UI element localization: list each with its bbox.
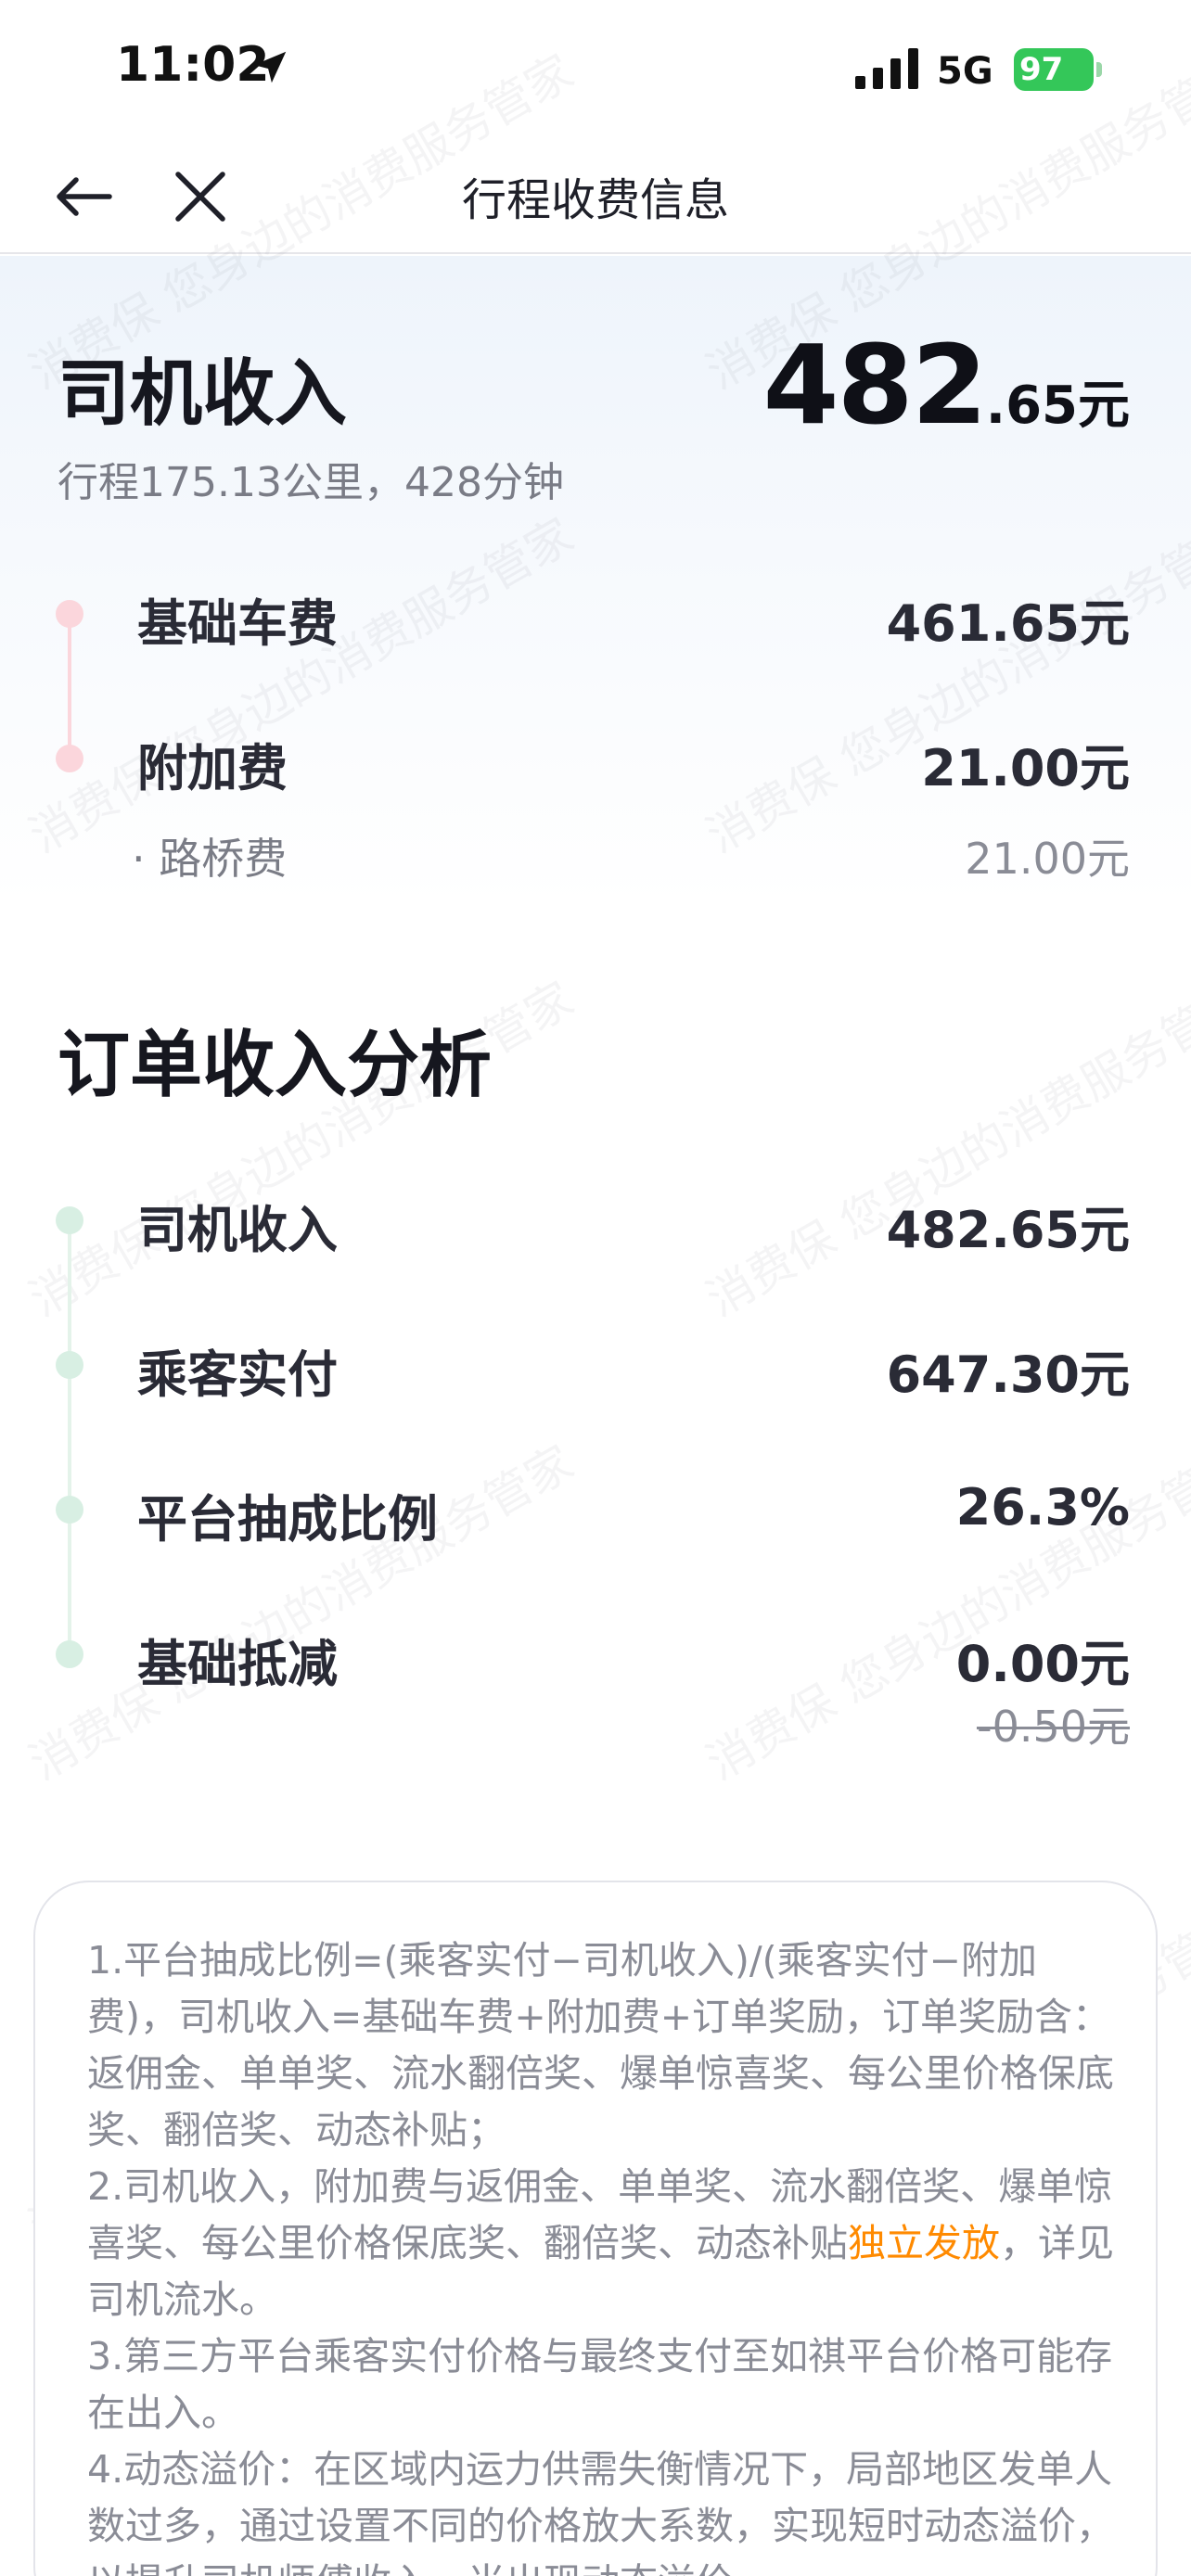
page-title: 行程收费信息 — [461, 174, 729, 226]
notes-card: 1.平台抽成比例=(乘客实付−司机收入)/(乘客实付−附加费)，司机收入=基础车… — [33, 1881, 1158, 2576]
watermark: 消费保 您身边的消费服务管家 — [698, 971, 1191, 1328]
driver-income-amount: 482.65元 — [762, 321, 1130, 449]
fee-label: 附加费 — [137, 739, 288, 797]
battery-level: 97 — [1019, 51, 1064, 88]
note-3: 3.第三方平台乘客实付价格与最终支付至如祺平台价格可能存在出入。 — [87, 2334, 1113, 2435]
nav-bar: 行程收费信息 — [0, 139, 1191, 254]
trip-meta: 行程175.13公里，428分钟 — [58, 459, 564, 506]
fee-detail-label: · 路桥费 — [132, 834, 288, 884]
location-arrow-icon — [253, 51, 287, 83]
fee-value: 21.00元 — [921, 739, 1130, 797]
analysis-timeline-dot — [56, 1351, 83, 1379]
original-deduction-value: -0.50元 — [976, 1702, 1130, 1752]
fee-detail-value: 21.00元 — [965, 834, 1130, 884]
analysis-timeline-dot — [56, 1206, 83, 1234]
analysis-value: 0.00元 — [955, 1635, 1130, 1693]
analysis-label: 司机收入 — [137, 1201, 338, 1259]
network-type: 5G — [937, 50, 993, 93]
driver-income-decimal: .65元 — [985, 376, 1130, 436]
analysis-value: 647.30元 — [886, 1345, 1130, 1404]
fee-timeline-line — [68, 627, 71, 755]
battery-icon: 97 — [1014, 48, 1103, 91]
fee-value: 461.65元 — [886, 594, 1130, 653]
analysis-title: 订单收入分析 — [58, 1024, 493, 1107]
note-1: 1.平台抽成比例=(乘客实付−司机收入)/(乘客实付−附加费)，司机收入=基础车… — [87, 1938, 1114, 2152]
analysis-label: 乘客实付 — [137, 1345, 338, 1404]
fee-label: 基础车费 — [137, 594, 338, 653]
note-4: 4.动态溢价：在区域内运力供需失衡情况下，局部地区发单人数过多，通过设置不同的价… — [87, 2447, 1114, 2576]
analysis-value: 482.65元 — [886, 1201, 1130, 1259]
note-2-highlight: 独立发放 — [848, 2221, 1000, 2265]
fee-timeline-dot — [56, 600, 83, 628]
status-time: 11:02 — [116, 37, 270, 93]
analysis-timeline-line — [68, 1233, 71, 1660]
signal-icon — [855, 48, 918, 89]
notes-text: 1.平台抽成比例=(乘客实付−司机收入)/(乘客实付−附加费)，司机收入=基础车… — [87, 1932, 1117, 2576]
analysis-label: 平台抽成比例 — [137, 1490, 438, 1549]
driver-income-integer: 482 — [762, 321, 987, 449]
analysis-value: 26.3% — [955, 1478, 1130, 1537]
note-2: 2.司机收入，附加费与返佣金、单单奖、流水翻倍奖、爆单惊喜奖、每公里价格保底奖、… — [87, 2159, 1117, 2328]
analysis-timeline-dot — [56, 1640, 83, 1668]
driver-income-title: 司机收入 — [58, 352, 348, 436]
fee-timeline-dot — [56, 745, 83, 772]
analysis-timeline-dot — [56, 1496, 83, 1524]
analysis-label: 基础抵减 — [137, 1635, 338, 1693]
status-bar: 11:02 5G 97 — [0, 0, 1191, 139]
